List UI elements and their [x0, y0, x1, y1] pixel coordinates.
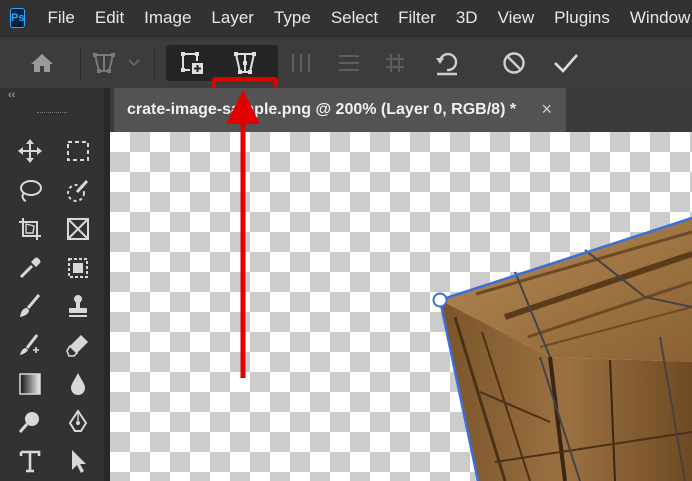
- reset-warp-button[interactable]: [430, 45, 464, 81]
- warp-mode-button[interactable]: [90, 45, 118, 81]
- crate-image: [432, 216, 692, 481]
- vertical-split-icon: [292, 54, 310, 72]
- brush-icon: [20, 294, 41, 317]
- cancel-transform-button[interactable]: [498, 45, 530, 81]
- photoshop-logo: Ps: [10, 8, 26, 28]
- menu-view[interactable]: View: [498, 8, 535, 28]
- separator: [80, 47, 81, 79]
- path-selection-tool[interactable]: [63, 446, 93, 476]
- warp-grid-icon: [234, 52, 256, 74]
- menu-layer[interactable]: Layer: [211, 8, 254, 28]
- options-bar: [0, 36, 692, 122]
- eraser-icon: [66, 335, 88, 357]
- blur-drop-icon: [71, 373, 85, 395]
- cancel-icon: [503, 52, 525, 74]
- clone-stamp-tool[interactable]: [63, 291, 93, 321]
- frame-tool[interactable]: [63, 214, 93, 244]
- warp-mode-icon: [93, 53, 115, 73]
- menu-filter[interactable]: Filter: [398, 8, 436, 28]
- split-warp-button[interactable]: [176, 45, 208, 81]
- document-tab-bar: crate-image-sample.png @ 200% (Layer 0, …: [110, 88, 692, 132]
- chevron-down-icon: [128, 59, 140, 67]
- panel-collapse-button[interactable]: ‹‹: [0, 88, 104, 104]
- warp-handle[interactable]: [432, 292, 448, 308]
- menu-plugins[interactable]: Plugins: [554, 8, 610, 28]
- gradient-tool[interactable]: [15, 369, 45, 399]
- document-tab[interactable]: crate-image-sample.png @ 200% (Layer 0, …: [114, 88, 566, 132]
- home-icon: [31, 54, 53, 72]
- rectangular-marquee-icon: [67, 141, 89, 161]
- quick-selection-icon: [67, 179, 89, 202]
- menu-image[interactable]: Image: [144, 8, 191, 28]
- move-icon: [18, 139, 42, 163]
- eraser-tool[interactable]: [63, 330, 93, 360]
- pen-tool[interactable]: [63, 407, 93, 437]
- commit-icon: [554, 54, 578, 73]
- split-cross-button[interactable]: [380, 45, 410, 81]
- perspective-crop-icon: [19, 218, 41, 240]
- move-tool[interactable]: [15, 136, 45, 166]
- blur-tool[interactable]: [63, 369, 93, 399]
- menu-3d[interactable]: 3D: [456, 8, 478, 28]
- tools-panel: ‹‹: [0, 88, 104, 481]
- lasso-tool[interactable]: [15, 176, 45, 206]
- arrow-cursor-icon: [72, 450, 86, 473]
- quick-selection-tool[interactable]: [63, 176, 93, 206]
- dodge-tool[interactable]: [15, 407, 45, 437]
- object-selection-icon: [68, 258, 88, 278]
- brush-tool[interactable]: [15, 291, 45, 321]
- split-vertical-button[interactable]: [286, 45, 316, 81]
- menu-file[interactable]: File: [47, 8, 74, 28]
- split-horizontal-button[interactable]: [334, 45, 364, 81]
- stamp-icon: [69, 295, 87, 317]
- crop-tool[interactable]: [15, 214, 45, 244]
- lasso-icon: [20, 180, 42, 202]
- spot-healing-icon: [20, 334, 39, 355]
- document-tab-title: crate-image-sample.png @ 200% (Layer 0, …: [127, 101, 517, 118]
- eyedropper-tool[interactable]: [15, 253, 45, 283]
- menu-bar: Ps File Edit Image Layer Type Select Fil…: [0, 0, 692, 36]
- pen-icon: [68, 409, 88, 432]
- warp-mode-dropdown[interactable]: [126, 45, 142, 81]
- split-warp-icon: [181, 52, 203, 74]
- menu-select[interactable]: Select: [331, 8, 378, 28]
- eyedropper-icon: [19, 257, 41, 279]
- document-canvas[interactable]: [110, 132, 692, 481]
- frame-icon: [67, 218, 89, 240]
- type-icon: [19, 450, 41, 473]
- menu-window[interactable]: Window: [630, 8, 690, 28]
- home-button[interactable]: [28, 45, 56, 81]
- warp-grid-button[interactable]: [228, 45, 262, 81]
- reset-warp-icon: [436, 52, 458, 76]
- close-icon[interactable]: ×: [541, 100, 552, 118]
- menu-edit[interactable]: Edit: [95, 8, 124, 28]
- marquee-tool[interactable]: [63, 136, 93, 166]
- gradient-icon: [19, 373, 41, 395]
- menu-type[interactable]: Type: [274, 8, 311, 28]
- dodge-icon: [18, 412, 39, 433]
- separator: [154, 47, 155, 79]
- type-tool[interactable]: [15, 446, 45, 476]
- cross-split-icon: [386, 54, 404, 72]
- healing-brush-tool[interactable]: [15, 330, 45, 360]
- object-selection-tool[interactable]: [63, 253, 93, 283]
- commit-transform-button[interactable]: [550, 45, 582, 81]
- panel-grip[interactable]: [37, 112, 67, 114]
- horizontal-split-icon: [339, 55, 359, 71]
